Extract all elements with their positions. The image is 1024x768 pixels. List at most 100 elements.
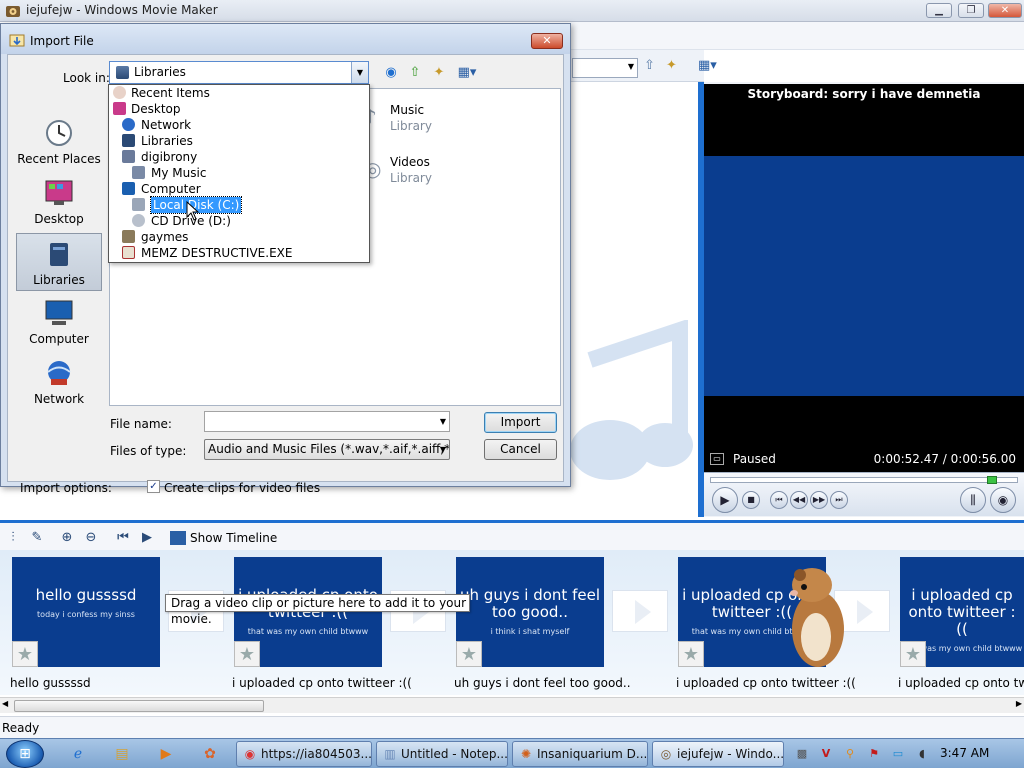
place-network[interactable]: Network (16, 353, 102, 411)
play-storyboard-icon[interactable]: ▶ (138, 529, 156, 547)
audio-levels-icon[interactable]: ⫶ (4, 529, 22, 547)
fast-forward-icon[interactable]: ▶▶ (810, 491, 828, 509)
flag-icon[interactable]: ⚑ (866, 746, 882, 762)
seek-handle[interactable] (987, 476, 997, 484)
next-frame-icon[interactable]: ⏭ (830, 491, 848, 509)
play-icon[interactable]: ▶ (712, 487, 738, 513)
dropdown-item-libraries[interactable]: Libraries (109, 133, 369, 149)
import-button[interactable]: Import (484, 412, 557, 433)
view-menu-icon[interactable]: ▦▾ (454, 64, 480, 82)
transition-slot[interactable] (612, 590, 668, 632)
new-folder-icon[interactable]: ✦ (666, 58, 684, 76)
clip-label: uh guys i dont feel too good.. (454, 676, 631, 690)
dropdown-item-user-folder[interactable]: digibrony (109, 149, 369, 165)
taskbar-button-chrome[interactable]: ◉ https://ia804503.... (236, 741, 372, 767)
rewind-storyboard-icon[interactable]: ⏮ (114, 529, 132, 547)
take-picture-icon[interactable]: ◉ (990, 487, 1016, 513)
clock[interactable]: 3:47 AM (940, 746, 989, 760)
zoom-in-icon[interactable]: ⊕ (58, 529, 76, 547)
fullscreen-icon[interactable]: ▭ (710, 453, 724, 465)
minimize-button[interactable]: ▁ (926, 3, 952, 18)
file-name-input[interactable]: ▼ (204, 411, 450, 432)
chevron-down-icon[interactable]: ▼ (440, 440, 446, 459)
storyboard-clip[interactable]: uh guys i dont feel too good.. i think i… (456, 557, 604, 667)
place-label: Recent Places (17, 152, 101, 166)
internet-explorer-icon[interactable]: ℯ (62, 742, 94, 766)
dropdown-item-local-disk[interactable]: Local Disk (C:) (109, 196, 369, 214)
split-clip-icon[interactable]: ⫼ (960, 487, 986, 513)
effect-star-icon[interactable]: ★ (234, 641, 260, 667)
taskbar-button-notepad[interactable]: ▥ Untitled - Notep... (376, 741, 508, 767)
place-libraries[interactable]: Libraries (16, 233, 102, 291)
clip-title: hello gussssd (35, 586, 137, 604)
search-icon[interactable]: ⚲ (842, 746, 858, 762)
dropdown-item-cd-drive[interactable]: CD Drive (D:) (109, 213, 369, 229)
antivirus-icon[interactable]: V (818, 746, 834, 762)
previous-frame-icon[interactable]: ⏮ (770, 491, 788, 509)
volume-icon[interactable]: ◖ (914, 746, 930, 762)
look-in-label: Look in: (63, 71, 110, 85)
look-in-dropdown[interactable]: Recent Items Desktop Network Libraries d… (108, 84, 370, 263)
taskbar-button-movie-maker[interactable]: ◎ iejufejw - Windo... (652, 741, 784, 767)
zoom-out-icon[interactable]: ⊖ (82, 529, 100, 547)
place-label: Network (33, 392, 85, 406)
cancel-button[interactable]: Cancel (484, 439, 557, 460)
look-in-combo[interactable]: Libraries ▼ (109, 61, 369, 84)
start-button[interactable]: ⊞ (6, 740, 44, 768)
seek-bar[interactable] (710, 476, 1018, 484)
files-of-type-select[interactable]: Audio and Music Files (*.wav,*.aif,*.aif… (204, 439, 450, 460)
narrate-icon[interactable]: ✎ (28, 529, 46, 547)
effect-star-icon[interactable]: ★ (456, 641, 482, 667)
collections-combo[interactable]: ▼ (572, 58, 638, 78)
dropdown-item-memz[interactable]: MEMZ DESTRUCTIVE.EXE (109, 245, 369, 261)
up-one-level-icon[interactable]: ⇧ (644, 58, 662, 76)
scroll-right-icon[interactable]: ▶ (1016, 699, 1022, 708)
create-clips-label[interactable]: Create clips for video files (164, 481, 320, 495)
close-button[interactable]: ✕ (988, 3, 1022, 18)
effect-star-icon[interactable]: ★ (900, 641, 926, 667)
dropdown-item-recent-items[interactable]: Recent Items (109, 85, 369, 101)
place-desktop[interactable]: Desktop (16, 173, 102, 231)
storyboard-clip[interactable]: i uploaded cp onto twitteer :(( that was… (234, 557, 382, 667)
rewind-icon[interactable]: ◀◀ (790, 491, 808, 509)
dropdown-item-gaymes[interactable]: gaymes (109, 229, 369, 245)
up-folder-icon[interactable]: ⇧ (406, 64, 424, 82)
back-icon[interactable]: ◉ (382, 64, 400, 82)
network-tray-icon[interactable]: ▭ (890, 746, 906, 762)
maximize-button[interactable]: ❐ (958, 3, 984, 18)
place-computer[interactable]: Computer (16, 293, 102, 351)
effect-star-icon[interactable]: ★ (678, 641, 704, 667)
chevron-down-icon[interactable]: ▼ (440, 417, 446, 426)
new-folder-icon[interactable]: ✦ (430, 64, 448, 82)
dropdown-item-label: Recent Items (131, 86, 210, 100)
dialog-close-button[interactable]: ✕ (531, 33, 563, 49)
status-text: Ready (2, 721, 40, 735)
dropdown-item-network[interactable]: Network (109, 117, 369, 133)
music-folder-icon (132, 166, 145, 179)
playback-controls: ▶ ■ ⏮ ◀◀ ▶▶ ⏭ ⫼ ◉ (704, 472, 1024, 516)
explorer-folder-icon[interactable]: ▤ (106, 742, 138, 766)
place-recent-places[interactable]: Recent Places (16, 113, 102, 171)
create-clips-checkbox[interactable]: ✓ (147, 480, 160, 493)
scrollbar-thumb[interactable] (14, 700, 264, 712)
place-label: Computer (29, 332, 89, 346)
dropdown-item-computer[interactable]: Computer (109, 181, 369, 197)
tray-app-icon[interactable]: ▩ (794, 746, 810, 762)
taskbar-button-insaniquarium[interactable]: ✺ Insaniquarium D... (512, 741, 648, 767)
stop-icon[interactable]: ■ (742, 491, 760, 509)
paint-icon[interactable]: ✿ (194, 742, 226, 766)
import-icon (9, 34, 25, 47)
media-player-icon[interactable]: ▶ (150, 742, 182, 766)
storyboard-clip[interactable]: hello gussssd today i confess my sinss ★ (12, 557, 160, 667)
views-icon[interactable]: ▦▾ (698, 58, 724, 76)
dropdown-item-desktop[interactable]: Desktop (109, 101, 369, 117)
effect-star-icon[interactable]: ★ (12, 641, 38, 667)
dropdown-item-my-music[interactable]: My Music (109, 165, 369, 181)
chevron-down-icon[interactable]: ▼ (351, 62, 368, 83)
clip-subtitle: i think i shat myself (490, 627, 570, 636)
storyboard-clip[interactable]: i uploaded cp onto twitteer :(( that was… (900, 557, 1024, 667)
scroll-left-icon[interactable]: ◀ (2, 699, 8, 708)
libraries-icon (116, 66, 129, 79)
show-timeline-button[interactable]: Show Timeline (170, 528, 277, 548)
storyboard-scrollbar[interactable]: ◀ ▶ (0, 697, 1024, 713)
